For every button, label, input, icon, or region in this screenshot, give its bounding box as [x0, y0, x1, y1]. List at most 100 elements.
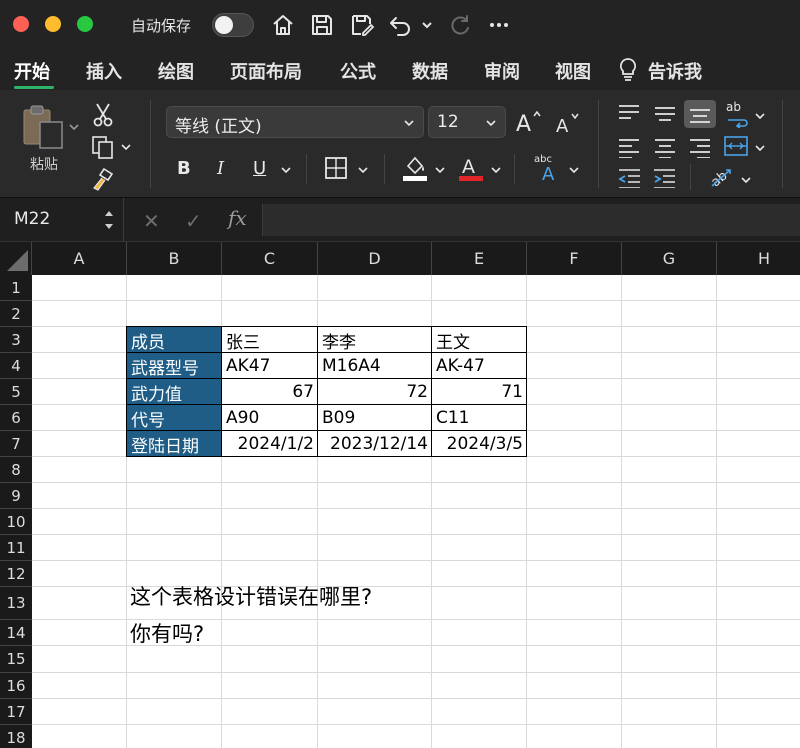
underline-dropdown-icon[interactable]: [280, 166, 292, 176]
table-cell[interactable]: 王文: [432, 327, 527, 353]
formula-input[interactable]: [262, 204, 800, 236]
row-header-9[interactable]: 9: [0, 483, 32, 509]
more-icon[interactable]: [486, 12, 512, 38]
row-header-3[interactable]: 3: [0, 327, 32, 353]
minimize-window-button[interactable]: [45, 16, 61, 32]
font-color-dropdown-icon[interactable]: [490, 166, 502, 176]
row-header-14[interactable]: 14: [0, 620, 32, 646]
top-align-icon[interactable]: [618, 104, 640, 124]
tab-home[interactable]: 开始: [14, 58, 50, 84]
column-header-f[interactable]: F: [527, 242, 622, 275]
spreadsheet-grid[interactable]: ABCDEFGH 1 2 3 4 5 6 7 8 9 10 11 12 13 14 15 16 17 18 成员张…: [0, 242, 800, 748]
row-header-1[interactable]: 1: [0, 275, 32, 301]
wrap-text-dropdown-icon[interactable]: [754, 112, 766, 122]
column-header-a[interactable]: A: [32, 242, 127, 275]
paste-dropdown-icon[interactable]: [68, 122, 80, 132]
close-window-button[interactable]: [13, 16, 29, 32]
row-header-4[interactable]: 4: [0, 353, 32, 379]
copy-dropdown-icon[interactable]: [120, 142, 132, 152]
italic-button[interactable]: I: [217, 158, 224, 179]
tab-review[interactable]: 审阅: [484, 58, 520, 84]
wrap-text-icon[interactable]: ab: [726, 100, 752, 128]
tab-data[interactable]: 数据: [412, 58, 448, 84]
table-cell[interactable]: A90: [222, 405, 318, 431]
paste-icon[interactable]: [20, 104, 68, 152]
row-header-5[interactable]: 5: [0, 379, 32, 405]
cut-icon[interactable]: [92, 102, 114, 128]
home-icon[interactable]: [270, 12, 296, 38]
save-as-icon[interactable]: [349, 12, 375, 38]
table-cell[interactable]: 李李: [318, 327, 432, 353]
column-header-d[interactable]: D: [318, 242, 432, 275]
enter-icon[interactable]: ✓: [185, 209, 202, 233]
table-cell[interactable]: AK47: [222, 353, 318, 379]
cancel-icon[interactable]: ✕: [143, 209, 160, 233]
autosave-toggle[interactable]: [212, 13, 254, 37]
table-cell[interactable]: C11: [432, 405, 527, 431]
font-color-icon[interactable]: A: [458, 154, 484, 182]
column-header-g[interactable]: G: [622, 242, 717, 275]
bottom-align-icon[interactable]: [689, 104, 711, 124]
tab-draw[interactable]: 绘图: [158, 58, 194, 84]
column-header-c[interactable]: C: [222, 242, 318, 275]
table-cell[interactable]: 72: [318, 379, 432, 405]
font-name-select[interactable]: 等线 (正文): [166, 106, 424, 138]
row-header-8[interactable]: 8: [0, 457, 32, 483]
font-size-select[interactable]: 12: [428, 106, 506, 138]
row-header-10[interactable]: 10: [0, 509, 32, 535]
select-all-corner[interactable]: [0, 242, 32, 275]
row-header-12[interactable]: 12: [0, 561, 32, 587]
tab-formulas[interactable]: 公式: [340, 58, 376, 84]
column-header-e[interactable]: E: [432, 242, 527, 275]
borders-dropdown-icon[interactable]: [357, 166, 369, 176]
bold-button[interactable]: B: [177, 158, 191, 179]
format-painter-icon[interactable]: [90, 166, 116, 192]
underline-button[interactable]: U: [253, 158, 266, 179]
merge-dropdown-icon[interactable]: [754, 144, 766, 154]
table-cell[interactable]: B09: [318, 405, 432, 431]
increase-indent-icon[interactable]: [653, 168, 677, 188]
table-cell[interactable]: 67: [222, 379, 318, 405]
row-header-18[interactable]: 18: [0, 725, 32, 748]
text-effects-icon[interactable]: abc A: [532, 152, 562, 182]
row-header-7[interactable]: 7: [0, 431, 32, 457]
align-left-icon[interactable]: [618, 138, 640, 158]
undo-icon[interactable]: [388, 12, 414, 38]
decrease-indent-icon[interactable]: [618, 168, 642, 188]
save-icon[interactable]: [309, 12, 335, 38]
tab-insert[interactable]: 插入: [86, 58, 122, 84]
table-cell[interactable]: 2023/12/14: [318, 431, 432, 457]
text-effects-dropdown-icon[interactable]: [568, 166, 580, 176]
row-header-6[interactable]: 6: [0, 405, 32, 431]
table-row-label[interactable]: 代号: [127, 405, 222, 431]
row-header-2[interactable]: 2: [0, 301, 32, 327]
name-box[interactable]: M22: [0, 198, 124, 242]
table-row-label[interactable]: 武力值: [127, 379, 222, 405]
borders-icon[interactable]: [324, 156, 348, 180]
copy-icon[interactable]: [90, 134, 116, 160]
orientation-dropdown-icon[interactable]: [740, 176, 752, 186]
table-cell[interactable]: 张三: [222, 327, 318, 353]
row-header-16[interactable]: 16: [0, 673, 32, 699]
row-header-13[interactable]: 13: [0, 587, 32, 620]
fill-color-icon[interactable]: [402, 154, 428, 182]
row-header-15[interactable]: 15: [0, 646, 32, 673]
decrease-font-size-icon[interactable]: A: [554, 110, 582, 138]
row-header-17[interactable]: 17: [0, 699, 32, 725]
table-cell[interactable]: 71: [432, 379, 527, 405]
zoom-window-button[interactable]: [77, 16, 93, 32]
table-cell[interactable]: M16A4: [318, 353, 432, 379]
undo-dropdown-icon[interactable]: [420, 12, 434, 38]
increase-font-size-icon[interactable]: A: [514, 108, 542, 136]
tab-tell-me[interactable]: 告诉我: [648, 58, 702, 84]
table-row-label[interactable]: 登陆日期: [127, 431, 222, 457]
table-cell[interactable]: 2024/3/5: [432, 431, 527, 457]
fill-color-dropdown-icon[interactable]: [434, 166, 446, 176]
column-header-b[interactable]: B: [127, 242, 222, 275]
name-box-stepper-icon[interactable]: [102, 206, 116, 234]
table-row-label[interactable]: 武器型号: [127, 353, 222, 379]
table-cell[interactable]: AK-47: [432, 353, 527, 379]
table-row-label[interactable]: 成员: [127, 327, 222, 353]
orientation-icon[interactable]: ab: [708, 164, 734, 190]
align-center-icon[interactable]: [654, 138, 676, 158]
